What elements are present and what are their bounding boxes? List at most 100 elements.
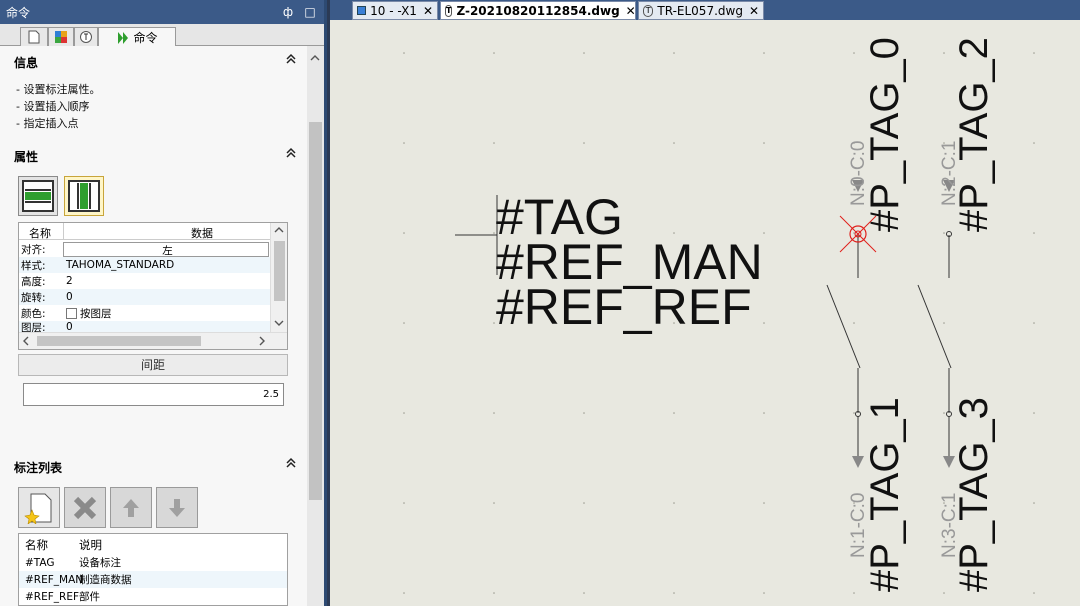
property-row-style[interactable]: 样式: TAHOMA_STANDARD — [19, 257, 271, 273]
tab-doc-tr-el057[interactable]: T TR-EL057.dwg ✕ — [638, 1, 764, 20]
tab-command-label: 命令 — [133, 31, 158, 45]
column-header-name: 名称 — [25, 537, 48, 552]
property-grid-vscroll[interactable] — [270, 223, 287, 333]
grid-dot — [403, 232, 405, 234]
grid-dot — [943, 592, 945, 594]
tab-tag[interactable] — [74, 27, 98, 46]
scroll-up-icon[interactable] — [307, 48, 324, 68]
close-icon[interactable]: ✕ — [423, 4, 433, 18]
pin-icon[interactable]: ф — [280, 4, 296, 20]
close-icon[interactable]: ✕ — [626, 4, 636, 18]
component-tag[interactable]: #P_TAG_2 — [952, 37, 996, 232]
grid-dot — [403, 592, 405, 594]
drawing-svg[interactable]: #TAG #REF_MAN #REF_REF N:0-C:0 #P_TAG_0 … — [330, 20, 1080, 606]
align-select[interactable]: 左 — [63, 241, 269, 257]
info-section-title: 信息 — [14, 56, 39, 70]
color-swatch[interactable] — [66, 307, 77, 319]
close-icon[interactable]: ✕ — [749, 4, 759, 18]
property-grid-hscroll[interactable] — [19, 332, 287, 349]
palette-scrollbar[interactable] — [307, 46, 324, 606]
list-item[interactable]: #REF_MAN 制造商数据 — [19, 571, 287, 588]
scroll-right-icon — [259, 336, 265, 346]
column-header-name: 名称 — [29, 227, 51, 240]
annotation-desc: 制造商数据 — [79, 574, 132, 586]
sheet-icon — [357, 6, 367, 15]
tag-icon: T — [643, 4, 654, 17]
property-value[interactable]: TAHOMA_STANDARD — [63, 259, 271, 271]
tab-label: TR-EL057.dwg — [657, 3, 743, 18]
grid-dot — [763, 502, 765, 504]
tab-command[interactable]: 命令 — [98, 27, 176, 47]
switch-component-2[interactable] — [917, 180, 955, 468]
maximize-icon[interactable]: □ — [302, 4, 318, 20]
grid-dot — [763, 52, 765, 54]
arrow-down-icon — [169, 498, 185, 517]
grid-dot — [493, 592, 495, 594]
drawing-canvas[interactable]: #TAG #REF_MAN #REF_REF N:0-C:0 #P_TAG_0 … — [330, 20, 1080, 606]
move-up-button[interactable] — [110, 487, 152, 528]
property-row-color[interactable]: 颜色: 按图层 — [19, 305, 271, 321]
property-value[interactable]: 2 — [63, 275, 271, 287]
property-grid-header: 名称 数据 — [19, 223, 271, 240]
component-tag[interactable]: #P_TAG_0 — [863, 37, 907, 232]
tab-puzzle[interactable] — [48, 27, 74, 46]
properties-section-title: 属性 — [14, 150, 39, 164]
list-item[interactable]: #REF_REF 部件 — [19, 588, 287, 605]
property-value[interactable]: 按图层 — [80, 306, 112, 321]
column-header-desc: 说明 — [79, 537, 102, 552]
tag-text-line[interactable]: #REF_REF — [496, 279, 752, 335]
spacing-input[interactable]: 2.5 — [23, 383, 284, 406]
horizontal-lines-icon — [22, 180, 54, 212]
palette-tab-strip: 命令 — [0, 24, 324, 47]
component-tag[interactable]: #P_TAG_1 — [863, 397, 907, 592]
tab-doc-z2021[interactable]: T Z-20210820112854.dwg ✕ — [440, 1, 636, 20]
grid-dot — [1033, 52, 1035, 54]
property-name: 对齐: — [21, 243, 46, 256]
info-line: - 设置标注属性。 — [16, 83, 101, 96]
grid-dot — [583, 502, 585, 504]
scrollbar-thumb[interactable] — [309, 122, 322, 500]
scroll-up-icon — [274, 227, 284, 233]
tab-page[interactable] — [20, 27, 48, 46]
page-icon — [28, 30, 40, 44]
play-icon — [118, 31, 129, 44]
component-tag[interactable]: #P_TAG_3 — [952, 397, 996, 592]
collapse-properties-icon[interactable] — [284, 146, 298, 160]
collapse-annotation-list-icon[interactable] — [284, 456, 298, 470]
property-value[interactable]: 0 — [63, 291, 271, 303]
grid-dot — [943, 322, 945, 324]
delete-annotation-button[interactable] — [64, 487, 106, 528]
grid-dot — [583, 412, 585, 414]
property-row-rotation[interactable]: 旋转: 0 — [19, 289, 271, 305]
document-tab-strip: 10 - -X1 ✕ T Z-20210820112854.dwg ✕ T TR… — [330, 0, 1080, 20]
grid-dot — [493, 52, 495, 54]
annotation-list-header: 名称 说明 — [19, 536, 287, 553]
new-annotation-button[interactable] — [18, 487, 60, 528]
property-name: 样式: — [21, 259, 46, 272]
collapse-info-icon[interactable] — [284, 52, 298, 66]
property-name: 旋转: — [21, 291, 46, 304]
property-row-align[interactable]: 对齐: 左 — [19, 241, 271, 257]
grid-dot — [493, 502, 495, 504]
scroll-left-icon — [23, 336, 29, 346]
property-grid: 名称 数据 对齐: 左 样式: TAHOMA_STANDARD 高度: 2 旋转… — [18, 222, 288, 350]
tag-icon: T — [445, 4, 453, 17]
command-palette: 命令 ф □ 命令 信息 - 设置标注属性。 - 设置插入顺序 - 指定插入点 … — [0, 0, 327, 606]
list-item[interactable]: #TAG 设备标注 — [19, 554, 287, 571]
grid-dot — [763, 322, 765, 324]
horizontal-style-button[interactable] — [18, 176, 58, 216]
grid-dot — [1033, 502, 1035, 504]
grid-dot — [853, 412, 855, 414]
info-line: - 指定插入点 — [16, 117, 79, 130]
tab-doc-x1[interactable]: 10 - -X1 ✕ — [352, 1, 438, 20]
grid-dot — [943, 412, 945, 414]
grid-dot — [943, 232, 945, 234]
grid-dot — [943, 52, 945, 54]
grid-dot — [673, 142, 675, 144]
arrow-up-icon — [123, 498, 139, 517]
move-down-button[interactable] — [156, 487, 198, 528]
spacing-label: 间距 — [18, 354, 288, 376]
delete-icon — [73, 496, 97, 519]
vertical-style-button[interactable] — [64, 176, 104, 216]
property-row-height[interactable]: 高度: 2 — [19, 273, 271, 289]
